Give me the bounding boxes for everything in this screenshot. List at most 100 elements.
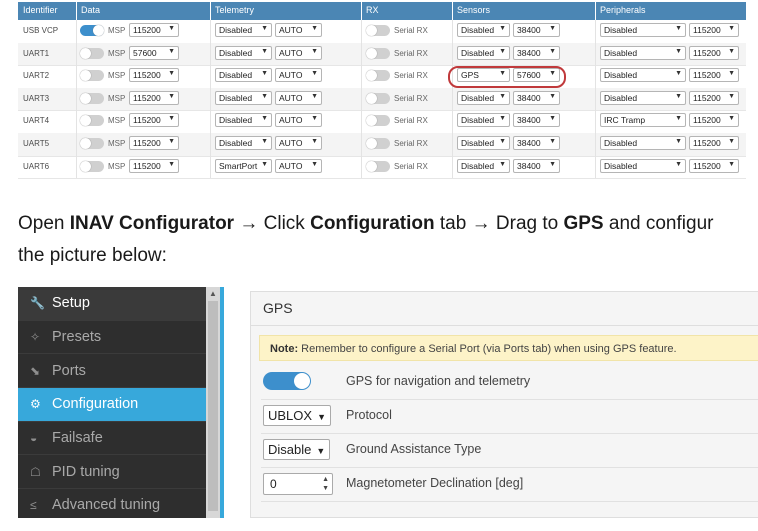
sensor-select[interactable]: Disabled ▼ xyxy=(457,23,510,37)
sensor-baud-select[interactable]: 38400 ▼ xyxy=(513,90,560,105)
pid-icon: ☖ xyxy=(30,464,41,479)
protocol-select[interactable]: UBLOX ▼ xyxy=(263,405,331,426)
sensor-select[interactable]: Disabled ▼ xyxy=(457,158,510,173)
telemetry-select[interactable]: Disabled ▼ xyxy=(215,45,272,60)
sensor-select[interactable]: Disabled ▼ xyxy=(457,113,510,128)
msp-baud-select[interactable]: 57600 ▼ xyxy=(129,45,179,60)
sensor-baud-select[interactable]: 38400 ▼ xyxy=(513,136,560,150)
serial-rx-toggle[interactable] xyxy=(366,70,390,82)
telemetry-baud-select[interactable]: AUTO ▼ xyxy=(275,158,322,173)
telemetry-select[interactable]: SmartPort ▼ xyxy=(215,158,272,173)
peripheral-select[interactable]: IRC Tramp ▼ xyxy=(600,113,686,128)
msp-baud-select[interactable]: 115200 ▼ xyxy=(129,23,179,37)
chevron-down-icon: ▼ xyxy=(168,115,175,123)
msp-baud-select[interactable]: 115200 ▼ xyxy=(129,136,179,150)
scrollbar-thumb[interactable] xyxy=(208,301,218,511)
peripheral-select[interactable]: Disabled ▼ xyxy=(600,45,686,60)
sensor-select[interactable]: Disabled ▼ xyxy=(457,136,510,150)
peripheral-baud-select[interactable]: 115200 ▼ xyxy=(689,90,739,105)
msp-toggle[interactable] xyxy=(80,138,104,149)
telemetry-select[interactable]: Disabled ▼ xyxy=(215,113,272,128)
peripheral-baud-select[interactable]: 115200 ▼ xyxy=(689,136,739,150)
peripheral-baud-select[interactable]: 115200 ▼ xyxy=(689,113,739,128)
declination-row: 0 ▲ ▼ Magnetometer Declination [deg] xyxy=(261,467,758,502)
chevron-down-icon: ▼ xyxy=(311,160,318,168)
peripheral-select[interactable]: Disabled ▼ xyxy=(600,136,686,150)
peripheral-select[interactable]: Disabled ▼ xyxy=(600,90,686,105)
sidebar-item-ports[interactable]: ⬊ Ports xyxy=(18,354,206,389)
msp-toggle[interactable] xyxy=(80,92,104,104)
protocol-row: UBLOX ▼ Protocol xyxy=(261,399,758,434)
serial-rx-toggle[interactable] xyxy=(366,160,390,172)
sidebar-item-failsafe[interactable]: ◒ Failsafe xyxy=(18,422,206,456)
peripheral-baud-select[interactable]: 115200 ▼ xyxy=(689,23,739,37)
sidebar-item-presets[interactable]: ✧ Presets xyxy=(18,321,206,355)
msp-baud-select[interactable]: 115200 ▼ xyxy=(129,113,179,128)
serial-rx-toggle[interactable] xyxy=(366,92,390,104)
msp-toggle[interactable] xyxy=(80,47,104,59)
sensor-baud-select[interactable]: 38400 ▼ xyxy=(513,23,560,37)
telemetry-baud-select[interactable]: AUTO ▼ xyxy=(275,68,322,83)
chevron-down-icon: ▼ xyxy=(499,47,506,55)
telemetry-select[interactable]: Disabled ▼ xyxy=(215,68,272,83)
chevron-down-icon: ▼ xyxy=(728,138,735,145)
chevron-down-icon: ▼ xyxy=(261,138,268,145)
sidebar-item-label: Presets xyxy=(52,329,102,346)
telemetry-baud-select[interactable]: AUTO ▼ xyxy=(275,45,322,60)
sidebar-item-configuration[interactable]: ⚙ Configuration xyxy=(18,388,206,422)
peripheral-baud-select[interactable]: 115200 ▼ xyxy=(689,68,739,83)
telemetry-select[interactable]: Disabled ▼ xyxy=(215,23,272,37)
peripheral-baud-select[interactable]: 115200 ▼ xyxy=(689,45,739,60)
msp-baud-select[interactable]: 115200 ▼ xyxy=(129,90,179,105)
sensor-select[interactable]: Disabled ▼ xyxy=(457,90,510,105)
peripheral-select[interactable]: Disabled ▼ xyxy=(600,23,686,37)
chevron-down-icon: ▼ xyxy=(728,115,735,123)
spinner-icon[interactable]: ▲ ▼ xyxy=(322,475,329,493)
port-row: UART2 MSP 115200 ▼ Disabled ▼ AUTO ▼ Serial RX GP… xyxy=(18,65,746,89)
serial-rx-toggle[interactable] xyxy=(366,138,390,149)
header-peripherals: Peripherals xyxy=(600,5,646,15)
chevron-down-icon: ▼ xyxy=(499,115,506,123)
peripheral-select[interactable]: Disabled ▼ xyxy=(600,68,686,83)
sidebar-item-advanced-tuning[interactable]: ≤ Advanced tuning xyxy=(18,489,206,518)
serial-rx-toggle[interactable] xyxy=(366,25,390,36)
scroll-up-icon[interactable]: ▲ xyxy=(209,289,217,298)
peripheral-select[interactable]: Disabled ▼ xyxy=(600,158,686,173)
peripheral-baud-select[interactable]: 115200 ▼ xyxy=(689,158,739,173)
chevron-down-icon: ▼ xyxy=(261,25,268,32)
gps-panel-title: GPS xyxy=(263,300,293,316)
sidebar-item-setup[interactable]: 🔧 Setup xyxy=(18,287,206,321)
telemetry-baud-select[interactable]: AUTO ▼ xyxy=(275,23,322,37)
ports-header-row: Identifier Data Telemetry RX Sensors Per… xyxy=(18,2,746,20)
telemetry-select[interactable]: Disabled ▼ xyxy=(215,136,272,150)
telemetry-select[interactable]: Disabled ▼ xyxy=(215,90,272,105)
sensor-baud-select[interactable]: 38400 ▼ xyxy=(513,113,560,128)
sidebar-item-pid-tuning[interactable]: ☖ PID tuning xyxy=(18,455,206,490)
msp-toggle[interactable] xyxy=(80,160,104,172)
tab-name: Configuration xyxy=(310,213,435,234)
chevron-down-icon: ▼ xyxy=(499,25,506,32)
sensor-baud-select[interactable]: 38400 ▼ xyxy=(513,45,560,60)
msp-baud-select[interactable]: 115200 ▼ xyxy=(129,158,179,173)
sidebar-item-label: Configuration xyxy=(52,396,139,413)
serial-rx-toggle[interactable] xyxy=(366,47,390,59)
telemetry-baud-select[interactable]: AUTO ▼ xyxy=(275,113,322,128)
telemetry-baud-select[interactable]: AUTO ▼ xyxy=(275,90,322,105)
sidebar-scrollbar[interactable]: ▲ xyxy=(206,287,220,518)
msp-baud-select[interactable]: 115200 ▼ xyxy=(129,68,179,83)
declination-input[interactable]: 0 ▲ ▼ xyxy=(263,473,333,495)
port-identifier: USB VCP xyxy=(23,26,59,35)
serial-rx-toggle[interactable] xyxy=(366,115,390,127)
gps-feature-toggle[interactable] xyxy=(263,372,311,390)
chevron-down-icon: ▼ xyxy=(549,92,556,100)
port-row: UART3 MSP 115200 ▼ Disabled ▼ AUTO ▼ Serial RX Di… xyxy=(18,87,746,112)
msp-toggle[interactable] xyxy=(80,115,104,127)
gps-toggle-row: GPS for navigation and telemetry xyxy=(261,365,758,400)
sensor-baud-select[interactable]: 38400 ▼ xyxy=(513,158,560,173)
chevron-down-icon: ▼ xyxy=(549,138,556,145)
sensor-select[interactable]: Disabled ▼ xyxy=(457,45,510,60)
msp-toggle[interactable] xyxy=(80,70,104,82)
telemetry-baud-select[interactable]: AUTO ▼ xyxy=(275,136,322,150)
msp-toggle[interactable] xyxy=(80,25,104,36)
ground-assistance-select[interactable]: Disable ▼ xyxy=(263,439,331,460)
